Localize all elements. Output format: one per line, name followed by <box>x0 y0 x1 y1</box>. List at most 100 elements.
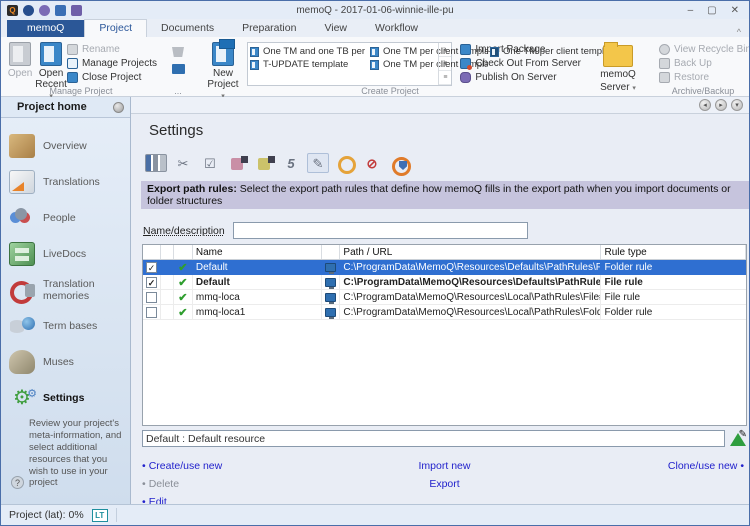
table-row[interactable]: ✔ mmq-loca C:\ProgramData\MemoQ\Resource… <box>143 290 746 305</box>
row-rule-type: File rule <box>601 275 746 289</box>
row-checkbox[interactable] <box>146 292 157 303</box>
check-out-from-server-button[interactable]: Check Out From Server <box>460 58 581 69</box>
table-row[interactable]: ✓ ✔ Default C:\ProgramData\MemoQ\Resourc… <box>143 260 746 275</box>
template-item[interactable]: One TM and one TB per ... <box>250 46 368 57</box>
row-checkbox[interactable]: ✓ <box>146 277 157 288</box>
tab-preparation[interactable]: Preparation <box>228 20 310 37</box>
tab-close-icon[interactable] <box>113 102 124 113</box>
import-new-link[interactable]: Import new <box>344 460 546 475</box>
close-project-button[interactable]: Close Project <box>67 72 157 83</box>
table-row[interactable]: ✔ mmq-loca1 C:\ProgramData\MemoQ\Resourc… <box>143 305 746 320</box>
project-home-tab[interactable]: Project home <box>1 97 130 118</box>
collapse-ribbon-icon[interactable]: ^ <box>737 27 749 37</box>
open-button: Open <box>5 40 35 79</box>
general-settings-icon[interactable] <box>145 154 167 172</box>
gallery-more-icon[interactable]: ≡ <box>439 71 451 85</box>
back-icon[interactable]: ◂ <box>699 99 711 111</box>
overview-icon <box>9 134 35 158</box>
tab-view[interactable]: View <box>310 20 361 37</box>
template-icon <box>370 47 379 57</box>
sidebar-item-muses[interactable]: Muses <box>1 344 130 380</box>
check-out-icon <box>460 58 471 69</box>
gallery-up-icon[interactable]: ▴ <box>439 43 451 57</box>
publish-on-server-button[interactable]: Publish On Server <box>460 72 581 83</box>
server-template-icon <box>490 47 499 57</box>
edit-resource-icon[interactable] <box>730 432 746 446</box>
sidebar-item-livedocs[interactable]: LiveDocs <box>1 236 130 272</box>
tab-documents[interactable]: Documents <box>147 20 228 37</box>
livedocs-settings-icon[interactable] <box>253 153 275 173</box>
template-item[interactable]: T-UPDATE template <box>250 59 368 70</box>
filter-row: Name/description <box>143 222 749 239</box>
page-title: Settings <box>131 114 749 139</box>
settings-category-bar: ✂ ☑ 5 ✎ ⊘ <box>131 139 749 173</box>
row-name: mmq-loca1 <box>193 305 323 319</box>
row-name: mmq-loca <box>193 290 323 304</box>
forward-icon[interactable]: ▸ <box>715 99 727 111</box>
export-path-rules-icon[interactable]: ✎ <box>307 153 329 173</box>
sidebar-item-people[interactable]: People <box>1 200 130 236</box>
table-row[interactable]: ✓ ✔ Default C:\ProgramData\MemoQ\Resourc… <box>143 275 746 290</box>
category-description-banner: Export path rules: Select the export pat… <box>141 181 750 209</box>
group-create-project: New Project ▾ One TM and one TB per ... … <box>195 37 585 96</box>
globe-icon[interactable] <box>23 5 34 16</box>
auto-update-icon[interactable] <box>334 153 356 173</box>
row-path: C:\ProgramData\MemoQ\Resources\Local\Pat… <box>340 290 601 304</box>
local-resource-icon <box>325 278 336 287</box>
tab-memoq[interactable]: memoQ <box>7 20 84 37</box>
archive-box-icon[interactable] <box>172 64 185 74</box>
sidebar-item-overview[interactable]: Overview <box>1 128 130 164</box>
term-bases-icon <box>9 314 35 338</box>
livedocs-icon <box>9 242 35 266</box>
maximize-button[interactable]: ▢ <box>707 5 716 16</box>
quick-access-toolbar: Q <box>1 5 82 16</box>
row-checkbox[interactable]: ✓ <box>146 262 157 273</box>
recycle-bin-icon <box>659 44 670 55</box>
folder-icon <box>603 45 633 67</box>
gears-icon[interactable] <box>39 5 50 16</box>
sidebar-item-settings[interactable]: ⚙ Settings <box>1 380 130 416</box>
manage-projects-button[interactable]: Manage Projects <box>67 58 157 69</box>
muses-icon <box>9 350 35 374</box>
lqa-models-icon[interactable] <box>388 153 410 173</box>
notebook-icon[interactable] <box>55 5 66 16</box>
minimize-button[interactable]: – <box>688 5 694 16</box>
column-header-rule-type[interactable]: Rule type <box>601 245 746 259</box>
qa-settings-icon[interactable]: ☑ <box>199 153 221 173</box>
tab-project[interactable]: Project <box>84 19 147 37</box>
sidebar: Project home Overview Translations Peopl… <box>1 97 131 504</box>
memoq-logo-icon[interactable]: Q <box>7 5 18 16</box>
segmentation-rules-icon[interactable]: ✂ <box>172 153 194 173</box>
memoq-server-button[interactable]: memoQ Server ▾ <box>589 40 647 93</box>
ignore-lists-icon[interactable]: ⊘ <box>361 153 383 173</box>
tab-workflow[interactable]: Workflow <box>361 20 432 37</box>
local-resource-icon <box>325 263 336 272</box>
sidebar-item-translations[interactable]: Translations <box>1 164 130 200</box>
row-checkbox[interactable] <box>146 307 157 318</box>
pane-menu-icon[interactable]: ▾ <box>731 99 743 111</box>
gallery-down-icon[interactable]: ▾ <box>439 57 451 71</box>
template-icon <box>370 60 379 70</box>
lt-badge[interactable]: LT <box>92 509 108 522</box>
tm-settings-icon[interactable] <box>226 153 248 173</box>
gear-wrench-icon[interactable] <box>71 5 82 16</box>
table-header-row[interactable]: Name Path / URL Rule type <box>143 245 746 260</box>
column-header-path[interactable]: Path / URL <box>340 245 601 259</box>
close-project-icon <box>67 72 78 83</box>
export-link[interactable]: Export <box>344 478 546 493</box>
sidebar-item-translation-memories[interactable]: Translation memories <box>1 272 130 308</box>
project-progress-label: Project (lat): 0% <box>9 509 84 521</box>
gallery-scrollbar[interactable]: ▴ ▾ ≡ <box>438 43 451 85</box>
auto-translation-rules-icon[interactable]: 5 <box>280 153 302 173</box>
close-button[interactable]: ✕ <box>731 5 739 16</box>
group-manage-project: Open Open Recent ▾ Rename Manage Project… <box>1 37 161 96</box>
pane-navigation: ◂ ▸ ▾ <box>699 99 743 111</box>
create-use-new-link[interactable]: •Create/use new <box>142 460 344 475</box>
name-description-input[interactable] <box>233 222 528 239</box>
group-label-dots: ... <box>161 86 195 96</box>
import-package-button[interactable]: Import Package <box>460 44 581 55</box>
row-rule-type: Folder rule <box>601 260 746 274</box>
clone-use-new-link[interactable]: Clone/use new • <box>545 460 747 475</box>
column-header-name[interactable]: Name <box>193 245 323 259</box>
sidebar-item-term-bases[interactable]: Term bases <box>1 308 130 344</box>
